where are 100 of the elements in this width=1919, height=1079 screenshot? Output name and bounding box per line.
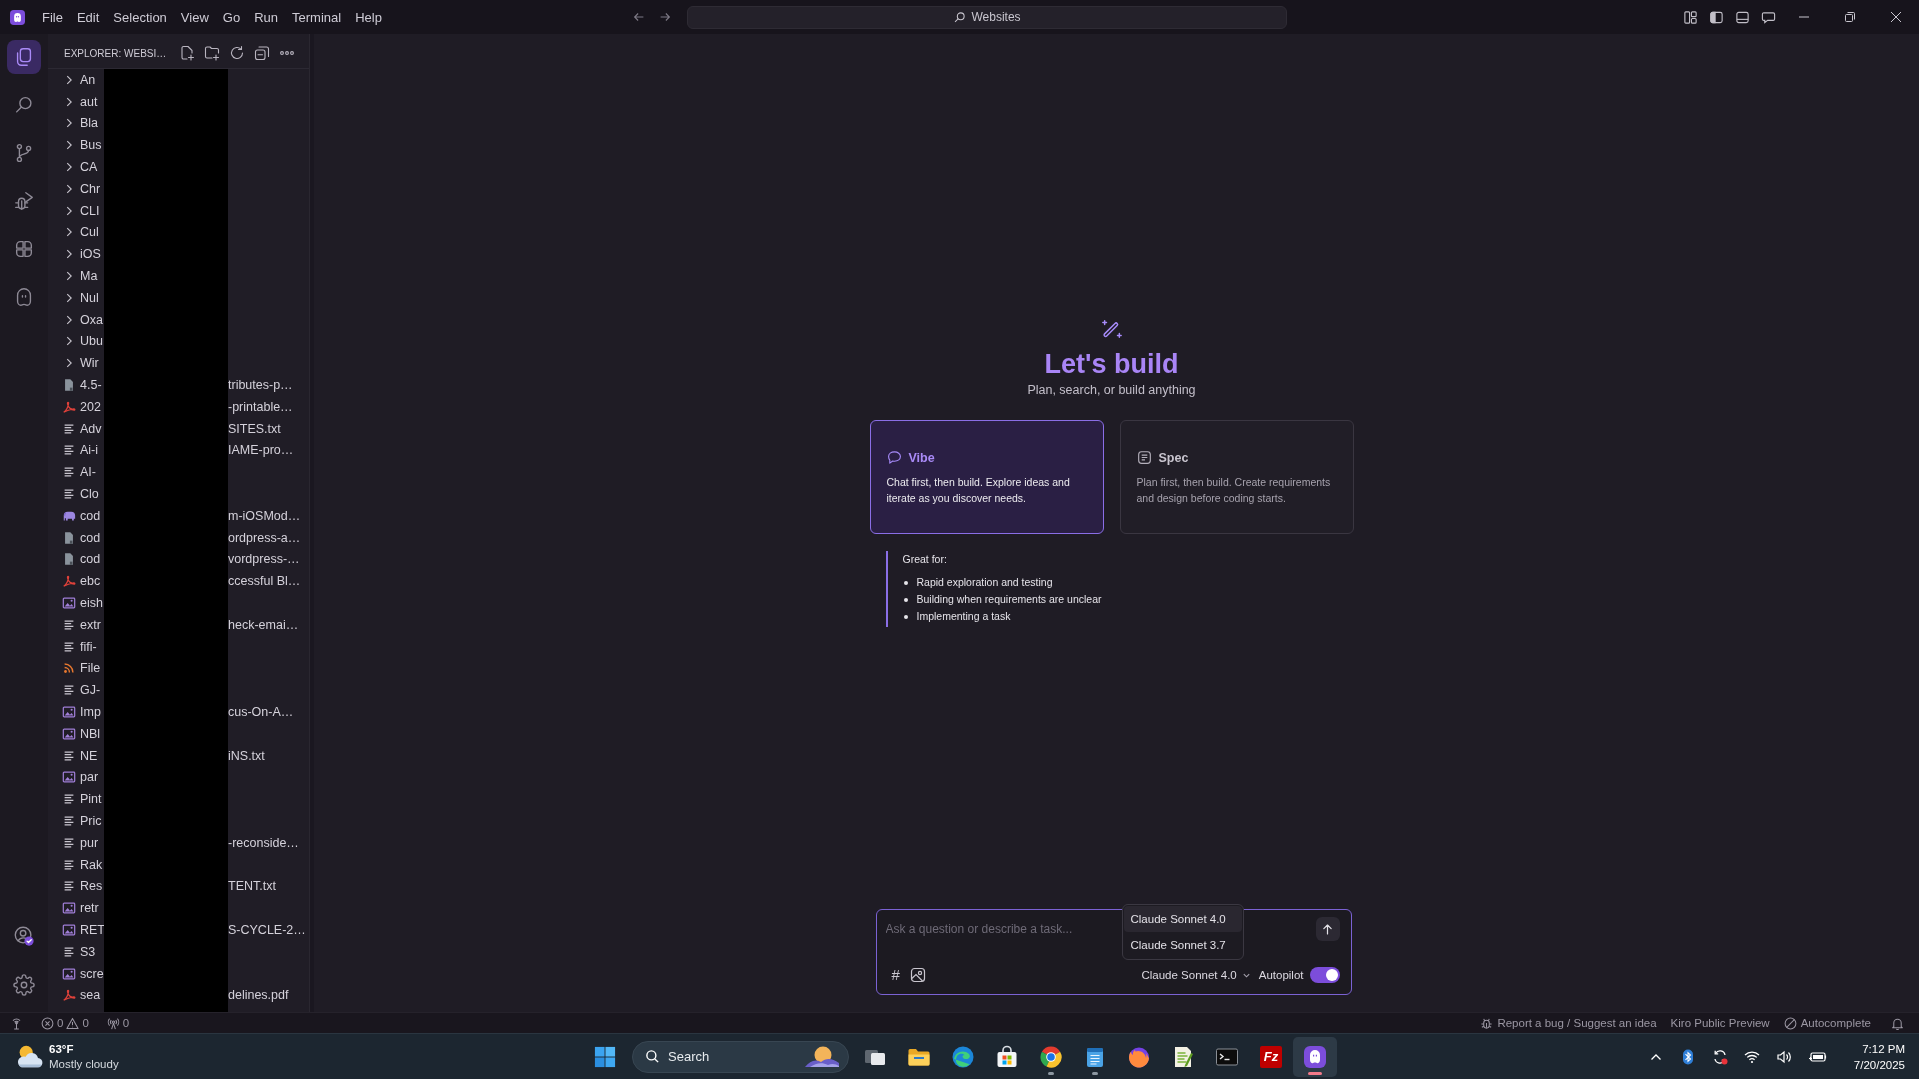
file-name[interactable]: cod xyxy=(78,530,104,545)
command-search-bar[interactable]: Websites xyxy=(687,5,1287,29)
file-name[interactable]: m-iOSMod… xyxy=(228,508,309,523)
send-button[interactable] xyxy=(1315,917,1340,941)
folder-name[interactable]: CLI xyxy=(78,203,104,218)
bell-icon[interactable] xyxy=(1891,1016,1904,1030)
file-name[interactable]: S-CYCLE-2… xyxy=(228,922,309,937)
folder-name[interactable]: Oxa xyxy=(78,312,104,327)
file-name[interactable]: ordpress-a… xyxy=(228,530,309,545)
file-name[interactable]: sea xyxy=(78,988,104,1003)
menu-item[interactable]: Edit xyxy=(69,5,107,29)
folder-name[interactable]: aut xyxy=(78,94,104,109)
taskbar-app[interactable] xyxy=(1293,1036,1337,1077)
activity-bar-item[interactable] xyxy=(7,40,41,74)
status-item[interactable]: Kiro Public Preview xyxy=(1670,1017,1770,1029)
speaker-icon[interactable] xyxy=(1775,1048,1792,1065)
file-name[interactable]: Adv xyxy=(78,421,104,436)
status-item[interactable]: Report a bug / Suggest an idea xyxy=(1497,1017,1657,1029)
file-name[interactable]: Ai-i xyxy=(78,443,104,458)
folder-name[interactable]: Bla xyxy=(78,116,104,131)
context-button[interactable]: # xyxy=(891,966,900,984)
menu-item[interactable]: Help xyxy=(348,5,389,29)
file-name[interactable]: ccessful Bl… xyxy=(228,574,309,589)
antenna-icon[interactable] xyxy=(10,1016,23,1030)
ports-count[interactable]: 0 xyxy=(122,1017,130,1029)
file-name[interactable]: pur xyxy=(78,835,104,850)
file-name[interactable]: File xyxy=(78,661,104,676)
file-name[interactable]: 4.5- xyxy=(78,378,104,393)
error-icon[interactable] xyxy=(41,1016,54,1030)
weather-condition[interactable]: Mostly cloudy xyxy=(49,1056,119,1072)
menu-item[interactable]: File xyxy=(35,5,70,29)
file-name[interactable]: fifi- xyxy=(78,639,104,654)
model-selector[interactable]: Claude Sonnet 4.0 xyxy=(1141,969,1251,981)
file-name[interactable]: cod xyxy=(78,508,104,523)
new-file-button[interactable] xyxy=(179,45,195,61)
warning-icon[interactable] xyxy=(66,1016,80,1030)
menu-item[interactable]: Run xyxy=(247,5,285,29)
file-name[interactable]: S3 xyxy=(78,944,104,959)
file-name[interactable]: eish xyxy=(78,596,104,610)
file-name[interactable]: ebc xyxy=(78,574,104,589)
folder-name[interactable]: CA xyxy=(78,160,104,175)
autopilot-toggle[interactable] xyxy=(1309,967,1340,983)
file-name[interactable]: AI- xyxy=(78,465,104,480)
model-option[interactable]: Claude Sonnet 3.7 xyxy=(1123,932,1242,958)
file-name[interactable]: RET xyxy=(78,922,104,937)
folder-name[interactable]: Ubu xyxy=(78,334,104,349)
image-button[interactable] xyxy=(909,967,926,983)
file-name[interactable]: -printable… xyxy=(228,399,309,414)
file-name[interactable]: iNS.txt xyxy=(228,748,309,763)
menu-item[interactable]: Selection xyxy=(106,5,174,29)
file-name[interactable]: SITES.txt xyxy=(228,421,309,436)
new-folder-button[interactable] xyxy=(204,45,220,61)
file-name[interactable]: tributes-p… xyxy=(228,378,309,393)
file-name[interactable]: Clo xyxy=(78,487,104,502)
file-name[interactable]: scre xyxy=(78,966,104,981)
refresh-button[interactable] xyxy=(229,45,245,61)
menu-item[interactable]: View xyxy=(173,5,216,29)
folder-name[interactable]: Nul xyxy=(78,290,104,305)
folder-name[interactable]: Chr xyxy=(78,181,104,196)
file-name[interactable]: cus-On-A… xyxy=(228,705,309,719)
file-name[interactable]: NBl xyxy=(78,726,104,741)
file-name[interactable]: IAME-pro… xyxy=(228,443,309,458)
folder-name[interactable]: An xyxy=(78,72,104,87)
file-name[interactable]: Pint xyxy=(78,792,104,807)
file-name[interactable]: NE xyxy=(78,748,104,763)
taskbar-search[interactable]: Search xyxy=(632,1040,849,1073)
file-name[interactable]: GJ- xyxy=(78,683,104,698)
file-name[interactable]: vordpress-… xyxy=(228,552,309,567)
mode-card[interactable]: Spec Plan first, then build. Create requirements and design before coding starts. xyxy=(1119,420,1354,534)
file-name[interactable]: par xyxy=(78,770,104,785)
sync-alert-icon[interactable] xyxy=(1711,1048,1728,1065)
file-name[interactable]: extr xyxy=(78,617,104,632)
file-name[interactable]: cod xyxy=(78,552,104,567)
menu-item[interactable]: Go xyxy=(215,5,248,29)
folder-name[interactable]: Cul xyxy=(78,225,104,240)
broadcast-icon[interactable] xyxy=(106,1016,120,1030)
file-name[interactable]: 202 xyxy=(78,399,104,414)
file-name[interactable]: delines.pdf xyxy=(228,988,309,1003)
file-name[interactable]: heck-emai… xyxy=(228,617,309,632)
collapse-button[interactable] xyxy=(254,45,270,61)
file-name[interactable]: retr xyxy=(78,901,104,916)
file-name[interactable]: TENT.txt xyxy=(228,879,309,894)
folder-name[interactable]: Bus xyxy=(78,138,104,153)
error-count[interactable]: 0 xyxy=(57,1017,64,1029)
folder-name[interactable]: Ma xyxy=(78,269,104,284)
status-item[interactable]: Autocomplete xyxy=(1800,1017,1871,1029)
model-option[interactable]: Claude Sonnet 4.0 xyxy=(1123,906,1242,932)
folder-name[interactable]: Wir xyxy=(78,356,104,371)
mode-card[interactable]: Vibe Chat first, then build. Explore ideas and iterate as you discover needs. xyxy=(869,420,1104,534)
file-name[interactable]: Res xyxy=(78,879,104,894)
file-name[interactable]: Rak xyxy=(78,857,104,872)
file-name[interactable]: Pric xyxy=(78,814,104,828)
warning-count[interactable]: 0 xyxy=(82,1017,89,1029)
folder-name[interactable]: iOS xyxy=(78,247,104,262)
clock-date[interactable]: 7/20/2025 xyxy=(1853,1056,1905,1073)
taskbar-app[interactable]: Fz xyxy=(1249,1036,1293,1077)
file-name[interactable]: Imp xyxy=(78,705,104,719)
file-name[interactable]: -reconside… xyxy=(228,835,309,850)
weather-temperature[interactable]: 63°F xyxy=(49,1041,119,1057)
clock-time[interactable]: 7:12 PM xyxy=(1862,1040,1905,1057)
